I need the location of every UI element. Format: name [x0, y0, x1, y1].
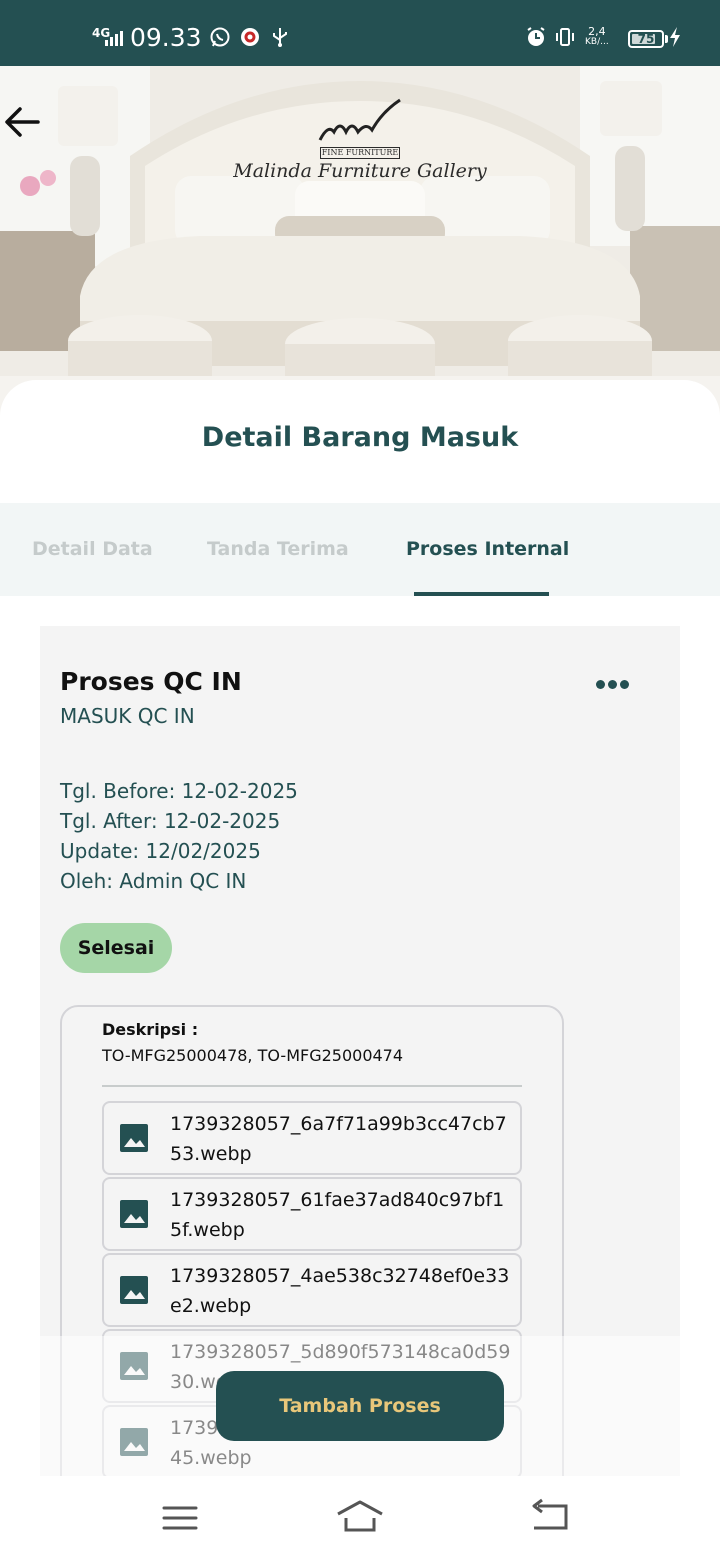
alarm-icon	[527, 27, 545, 46]
speed-value: 2,4	[588, 25, 606, 38]
menu-icon[interactable]	[156, 1496, 204, 1540]
info-tgl-after: Tgl. After: 12-02-2025	[60, 809, 281, 833]
arrow-left-icon[interactable]	[0, 104, 48, 140]
file-item[interactable]: 1739328057_4ae538c32748ef0e33e2.webp	[102, 1253, 522, 1327]
divider	[102, 1085, 522, 1087]
active-tab-indicator	[414, 592, 549, 596]
charging-icon	[670, 27, 680, 47]
file-item[interactable]: 1739328057_61fae37ad840c97bf15f.webp	[102, 1177, 522, 1251]
info-update: Update: 12/02/2025	[60, 839, 261, 863]
status-bar: 4G 09.33 2,4 KB/... 75	[0, 0, 720, 66]
signal-icon	[105, 31, 123, 46]
system-nav-bar	[0, 1476, 720, 1560]
app-notification-icon	[241, 28, 259, 46]
logo-brand-name: Malinda Furniture Gallery	[233, 160, 487, 182]
home-icon[interactable]	[336, 1496, 384, 1540]
image-icon	[120, 1124, 148, 1152]
clock: 09.33	[130, 23, 202, 52]
logo-mark-icon	[318, 98, 401, 141]
file-name: 1739328057_6a7f71a99b3cc47cb753.webp	[170, 1113, 507, 1165]
battery-icon: 75	[628, 30, 668, 48]
back-icon[interactable]	[526, 1496, 574, 1540]
tab-tanda-terima[interactable]: Tanda Terima	[207, 535, 349, 563]
image-icon	[120, 1200, 148, 1228]
file-name: 1739328057_4ae538c32748ef0e33e2.webp	[170, 1265, 510, 1317]
tab-proses-internal[interactable]: Proses Internal	[406, 535, 569, 563]
brand-logo: FINE FURNITURE Malinda Furniture Gallery	[220, 96, 500, 190]
description-value: TO-MFG25000478, TO-MFG25000474	[102, 1046, 404, 1065]
file-item[interactable]: 1739328057_6a7f71a99b3cc47cb753.webp	[102, 1101, 522, 1175]
info-oleh: Oleh: Admin QC IN	[60, 869, 247, 893]
process-title: Proses QC IN	[60, 667, 242, 696]
network-speed: 2,4 KB/...	[585, 26, 609, 48]
vibrate-icon	[556, 28, 574, 46]
usb-icon	[273, 28, 287, 47]
logo-tagline: FINE FURNITURE	[320, 147, 400, 159]
image-icon	[120, 1276, 148, 1304]
whatsapp-icon	[210, 27, 230, 47]
speed-unit: KB/...	[585, 37, 609, 47]
more-horizontal-icon[interactable]	[588, 674, 636, 694]
description-label: Deskripsi :	[102, 1020, 199, 1039]
info-tgl-before: Tgl. Before: 12-02-2025	[60, 779, 298, 803]
page-title: Detail Barang Masuk	[201, 422, 519, 453]
battery-level: 75	[637, 32, 655, 46]
tab-bar: Detail Data Tanda Terima Proses Internal	[0, 503, 720, 596]
status-badge: Selesai	[60, 923, 172, 973]
tab-detail-data[interactable]: Detail Data	[32, 535, 153, 563]
file-name: 1739328057_61fae37ad840c97bf15f.webp	[170, 1189, 505, 1241]
process-subtitle: MASUK QC IN	[60, 704, 195, 728]
add-process-button[interactable]: Tambah Proses	[216, 1371, 504, 1441]
header-banner: FINE FURNITURE Malinda Furniture Gallery	[0, 66, 720, 416]
